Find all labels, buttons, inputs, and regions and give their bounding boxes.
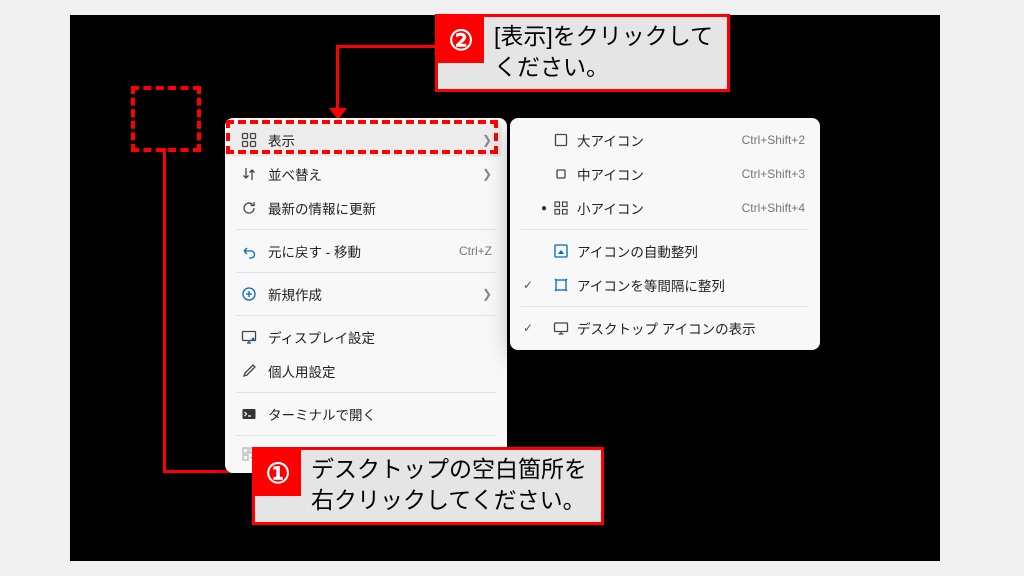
radio-bullet-icon: ● [537, 203, 551, 214]
desktop-icons-icon [551, 320, 571, 336]
step-number-badge: ② [438, 17, 484, 63]
chevron-right-icon: ❯ [482, 133, 492, 147]
menu-item-undo[interactable]: 元に戻す - 移動 Ctrl+Z [230, 234, 502, 268]
menu-item-display-settings[interactable]: ディスプレイ設定 [230, 320, 502, 354]
menu-item-label: 並べ替え [260, 164, 482, 184]
instruction-callout-1: ① デスクトップの空白箇所を 右クリックしてください。 [252, 447, 604, 525]
menu-item-refresh[interactable]: 最新の情報に更新 [230, 191, 502, 225]
menu-item-shortcut: Ctrl+Z [459, 244, 492, 258]
submenu-item-label: 小アイコン [571, 198, 742, 218]
check-icon: ✓ [519, 321, 537, 335]
check-icon: ✓ [519, 278, 537, 292]
align-grid-icon [551, 277, 571, 293]
instruction-text: デスクトップの空白箇所を 右クリックしてください。 [301, 450, 601, 522]
menu-separator [236, 315, 496, 316]
menu-item-label: 個人用設定 [260, 361, 492, 381]
connector-line [336, 45, 436, 48]
menu-separator [521, 229, 809, 230]
instruction-callout-2: ② [表示]をクリックして ください。 [435, 14, 730, 92]
menu-item-label: 新規作成 [260, 284, 482, 304]
new-icon [238, 286, 260, 302]
menu-item-label: ターミナルで開く [260, 404, 492, 424]
display-icon [238, 329, 260, 345]
menu-item-sort[interactable]: 並べ替え ❯ [230, 157, 502, 191]
submenu-item-label: 大アイコン [571, 130, 742, 150]
submenu-item-shortcut: Ctrl+Shift+4 [742, 201, 805, 215]
view-icon [238, 132, 260, 148]
submenu-item-label: アイコンの自動整列 [571, 241, 805, 261]
menu-separator [236, 392, 496, 393]
personalize-icon [238, 363, 260, 379]
submenu-item-small-icons[interactable]: ● 小アイコン Ctrl+Shift+4 [515, 191, 815, 225]
menu-item-terminal[interactable]: ターミナルで開く [230, 397, 502, 431]
large-icons-icon [551, 132, 571, 148]
chevron-right-icon: ❯ [482, 287, 492, 301]
terminal-icon [238, 406, 260, 422]
connector-line [336, 45, 339, 113]
instruction-text: [表示]をクリックして ください。 [484, 17, 727, 89]
submenu-item-show-desktop-icons[interactable]: ✓ デスクトップ アイコンの表示 [515, 311, 815, 345]
menu-separator [521, 306, 809, 307]
view-submenu: 大アイコン Ctrl+Shift+2 中アイコン Ctrl+Shift+3 ● … [510, 118, 820, 350]
auto-arrange-icon [551, 243, 571, 259]
menu-item-label: 表示 [260, 130, 482, 150]
undo-icon [238, 243, 260, 259]
menu-separator [236, 229, 496, 230]
medium-icons-icon [551, 166, 571, 182]
chevron-right-icon: ❯ [482, 167, 492, 181]
submenu-item-medium-icons[interactable]: 中アイコン Ctrl+Shift+3 [515, 157, 815, 191]
small-icons-icon [551, 200, 571, 216]
submenu-item-label: デスクトップ アイコンの表示 [571, 318, 805, 338]
menu-item-label: 最新の情報に更新 [260, 198, 492, 218]
menu-separator [236, 435, 496, 436]
submenu-item-label: アイコンを等間隔に整列 [571, 275, 805, 295]
submenu-item-large-icons[interactable]: 大アイコン Ctrl+Shift+2 [515, 123, 815, 157]
submenu-item-shortcut: Ctrl+Shift+3 [742, 167, 805, 181]
connector-line [163, 148, 166, 472]
menu-item-label: ディスプレイ設定 [260, 327, 492, 347]
submenu-item-shortcut: Ctrl+Shift+2 [742, 133, 805, 147]
right-click-target-highlight [131, 86, 201, 152]
menu-item-new[interactable]: 新規作成 ❯ [230, 277, 502, 311]
step-number-badge: ① [255, 450, 301, 496]
submenu-item-label: 中アイコン [571, 164, 742, 184]
refresh-icon [238, 200, 260, 216]
menu-separator [236, 272, 496, 273]
submenu-item-align-to-grid[interactable]: ✓ アイコンを等間隔に整列 [515, 268, 815, 302]
desktop-context-menu: 表示 ❯ 並べ替え ❯ 最新の情報に更新 元に戻す - 移動 Ctrl+Z 新規… [225, 118, 507, 473]
menu-item-label: 元に戻す - 移動 [260, 241, 459, 261]
menu-item-view[interactable]: 表示 ❯ [230, 123, 502, 157]
sort-icon [238, 166, 260, 182]
menu-item-personalize[interactable]: 個人用設定 [230, 354, 502, 388]
submenu-item-auto-arrange[interactable]: アイコンの自動整列 [515, 234, 815, 268]
